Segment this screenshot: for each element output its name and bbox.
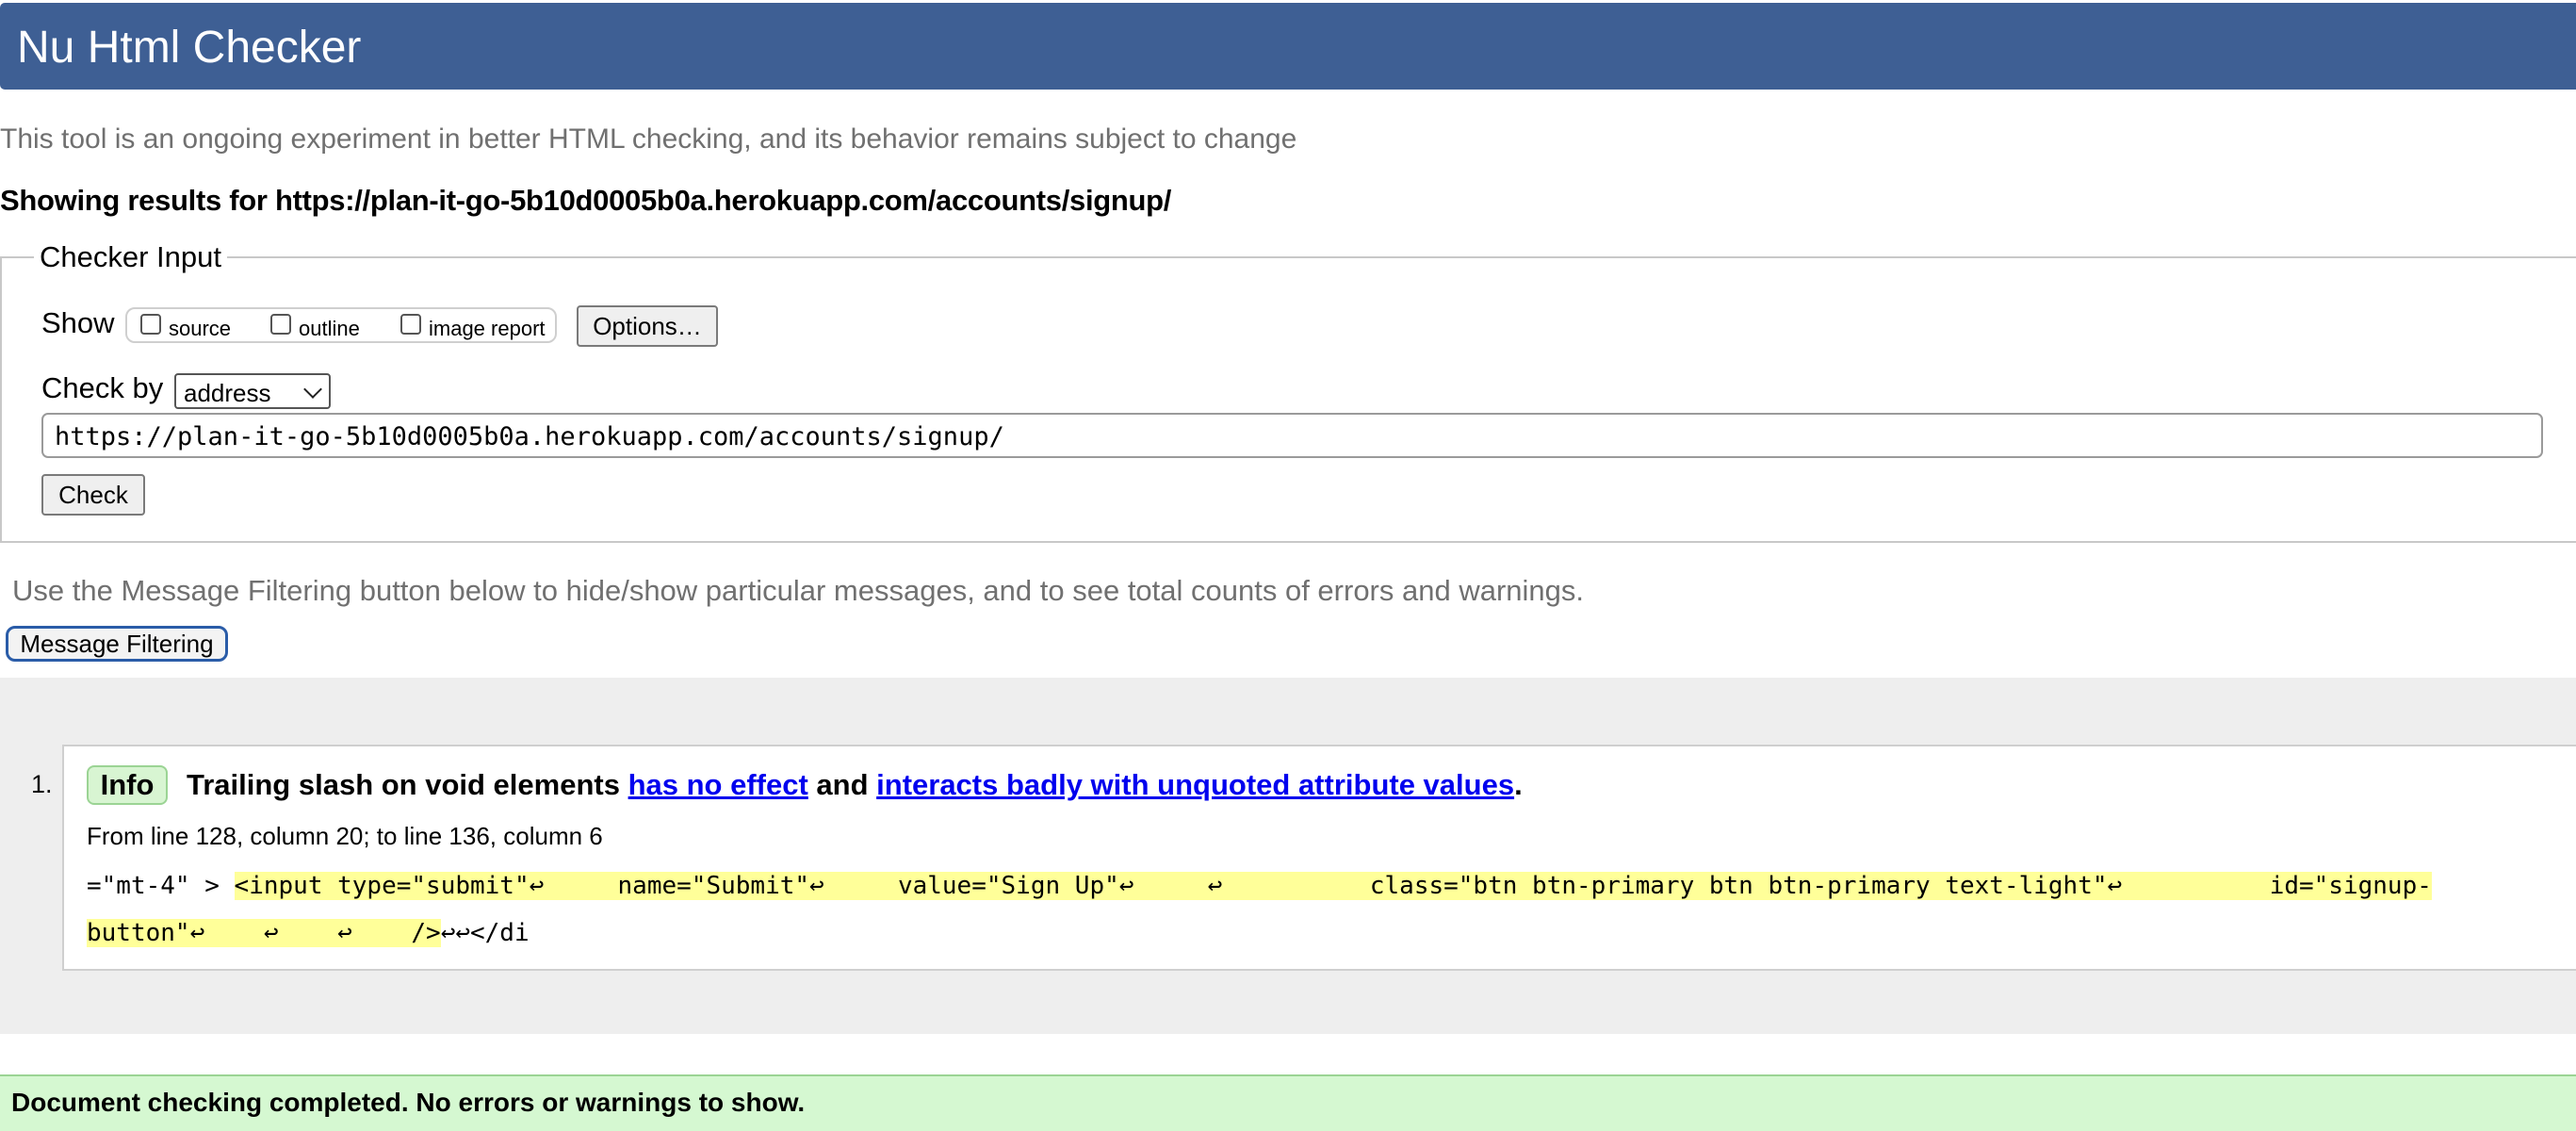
image-report-checkbox[interactable] [400, 314, 421, 335]
chevron-down-icon [303, 380, 322, 399]
check-button[interactable]: Check [41, 474, 145, 516]
options-button[interactable]: Options… [577, 305, 718, 347]
results-heading: Showing results for https://plan-it-go-5… [0, 184, 1172, 217]
message-location: From line 128, column 20; to line 136, c… [87, 822, 603, 850]
page-title: Nu Html Checker [17, 23, 362, 73]
code-extract-suffix: ↩↩</di [440, 919, 530, 947]
info-badge: Info [87, 765, 168, 805]
check-by-select-value: address [184, 379, 271, 407]
url-input-value: https://plan-it-go-5b10d0005b0a.herokuap… [55, 422, 1004, 451]
message-text-part1: Trailing slash on void elements [187, 768, 628, 801]
code-extract-highlight2: button"↩ ↩ ↩ /> [87, 919, 441, 947]
code-extract-line2: button"↩ ↩ ↩ />↩↩</di [87, 914, 530, 952]
checker-input-legend: Checker Input [34, 240, 227, 274]
show-options-group: source outline image report [125, 307, 557, 343]
message-text: Trailing slash on void elements has no e… [187, 768, 1523, 802]
outline-checkbox[interactable] [270, 314, 291, 335]
check-by-select[interactable]: address [174, 373, 331, 409]
intro-text: This tool is an ongoing experiment in be… [0, 123, 1297, 155]
header-bar: Nu Html Checker [0, 3, 2576, 90]
has-no-effect-link[interactable]: has no effect [628, 768, 808, 801]
image-report-checkbox-label: image report [429, 317, 546, 340]
source-checkbox-label: source [169, 317, 232, 340]
checker-input-fieldset [0, 256, 2576, 543]
message-filtering-button[interactable]: Message Filtering [6, 626, 228, 662]
source-checkbox[interactable] [140, 314, 161, 335]
interacts-badly-link[interactable]: interacts badly with unquoted attribute … [876, 768, 1514, 801]
code-extract-prefix: ="mt-4" > [87, 872, 235, 900]
status-text: Document checking completed. No errors o… [11, 1088, 806, 1117]
code-extract-highlight1: <input type="submit"↩ name="Submit"↩ val… [234, 872, 2432, 900]
message-number: 1. [31, 770, 53, 798]
outline-checkbox-label: outline [299, 317, 360, 340]
message-text-part3: . [1514, 768, 1523, 801]
show-label: Show [41, 306, 115, 339]
message-text-part2: and [807, 768, 877, 801]
code-extract-line1: ="mt-4" > <input type="submit"↩ name="Su… [87, 867, 2432, 905]
check-by-label: Check by [41, 371, 164, 404]
message-filtering-instructions: Use the Message Filtering button below t… [12, 574, 1585, 607]
status-bar: Document checking completed. No errors o… [0, 1074, 2576, 1131]
url-input[interactable]: https://plan-it-go-5b10d0005b0a.herokuap… [41, 413, 2543, 458]
